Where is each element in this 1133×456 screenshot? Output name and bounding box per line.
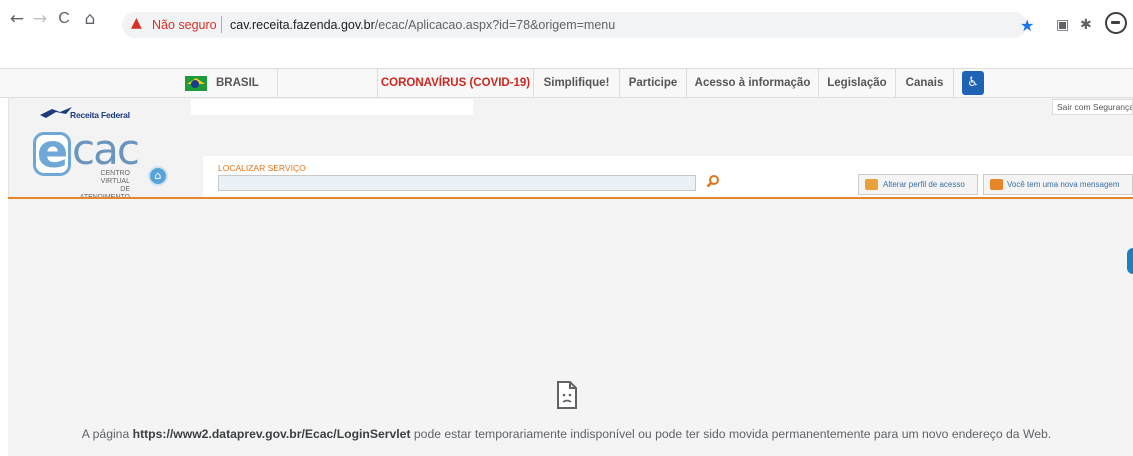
ecac-logo-cac: cac <box>72 125 140 174</box>
gov-item-canais[interactable]: Canais <box>896 69 954 98</box>
home-icon[interactable]: ⌂ <box>79 8 101 30</box>
search-label: LOCALIZAR SERVIÇO <box>218 163 306 173</box>
broken-page-icon <box>557 381 577 409</box>
brazil-flag-icon <box>185 76 207 91</box>
gov-item-acesso[interactable]: Acesso à informação <box>687 69 819 98</box>
accessibility-icon[interactable]: ♿ <box>962 71 984 95</box>
receita-federal-logo-icon <box>40 107 72 118</box>
reload-icon[interactable]: C <box>53 8 75 30</box>
error-message: A página https://www2.dataprev.gov.br/Ec… <box>81 427 1052 441</box>
search-input[interactable] <box>218 175 696 191</box>
forward-icon[interactable]: → <box>29 8 51 30</box>
gov-item-covid[interactable]: CORONAVÍRUS (COVID-19) <box>378 69 534 98</box>
gov-item-simplifique[interactable]: Simplifique! <box>534 69 620 98</box>
ecac-logo-e: e <box>37 124 69 178</box>
gov-spacer <box>278 69 378 98</box>
back-icon[interactable]: ← <box>6 8 28 30</box>
header-blank-bar <box>191 99 473 115</box>
nova-mensagem-button[interactable]: Você tem uma nova mensagem <box>983 174 1133 195</box>
url-text[interactable]: cav.receita.fazenda.gov.br/ecac/Aplicaca… <box>230 18 615 32</box>
search-icon[interactable] <box>706 174 720 188</box>
receita-federal-label: Receita Federal <box>70 110 130 120</box>
warning-icon[interactable]: ▲ <box>131 15 142 31</box>
envelope-icon <box>990 179 1003 190</box>
browser-toolbar: ← → C ⌂ ▲ Não seguro cav.receita.fazenda… <box>0 0 1133 68</box>
home-button-icon[interactable]: ⌂ <box>148 166 168 186</box>
extension-icon[interactable]: ▣ <box>1056 17 1069 33</box>
puzzle-extensions-icon[interactable]: ✱ <box>1080 17 1092 33</box>
bookmark-star-icon[interactable]: ★ <box>1020 16 1034 35</box>
people-icon <box>865 179 878 190</box>
gov-item-participe[interactable]: Participe <box>620 69 687 98</box>
side-tab-icon[interactable] <box>1127 248 1133 274</box>
alterar-perfil-button[interactable]: Alterar perfil de acesso <box>858 174 978 195</box>
security-status[interactable]: Não seguro <box>152 18 217 32</box>
sair-com-seguranca-button[interactable]: Sair com Segurança <box>1052 99 1133 115</box>
gov-item-legislacao[interactable]: Legislação <box>819 69 896 98</box>
error-url: https://www2.dataprev.gov.br/Ecac/LoginS… <box>132 427 411 441</box>
profile-avatar-icon[interactable] <box>1105 12 1127 34</box>
error-page-area <box>8 199 1133 456</box>
screenshot-root: ← → C ⌂ ▲ Não seguro cav.receita.fazenda… <box>0 0 1133 456</box>
omnibox-separator <box>221 16 222 33</box>
